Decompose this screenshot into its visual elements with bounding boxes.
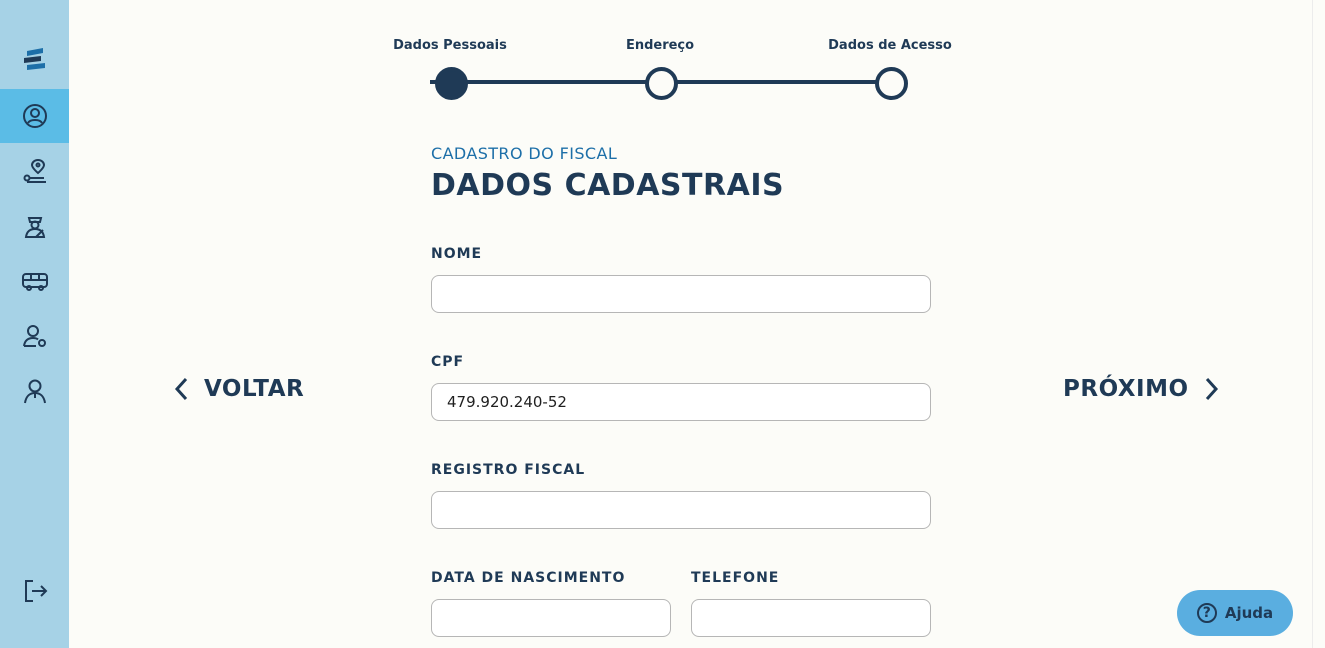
sidebar-item-routes[interactable] [0,144,69,198]
sidebar-item-users[interactable] [0,364,69,418]
step-indicator [645,67,678,100]
form-subtitle: CADASTRO DO FISCAL [431,144,618,163]
location-route-icon [23,158,46,183]
next-button-label: PRÓXIMO [1063,376,1189,402]
logout-button[interactable] [0,564,69,618]
person-icon [23,379,46,404]
registro-fiscal-label: REGISTRO FISCAL [431,462,586,478]
step-label: Endereço [625,38,695,53]
step-dados-de-acesso: Dados de Acesso [820,38,960,100]
data-nascimento-field[interactable] [431,599,671,637]
nome-field[interactable] [431,275,931,313]
step-indicator-current [435,67,468,100]
progress-stepper: Dados Pessoais Endereço Dados de Acesso [390,38,980,108]
step-indicator [875,67,908,100]
page-title: DADOS CADASTRAIS [431,168,785,203]
inspector-icon [24,217,45,238]
scrollbar[interactable] [1312,0,1325,648]
cpf-label: CPF [431,354,465,370]
chevron-right-icon [1205,377,1218,401]
app-logo[interactable] [0,32,69,86]
telefone-label: TELEFONE [691,570,780,586]
back-button[interactable]: VOLTAR [170,376,304,402]
sidebar-item-access[interactable] [0,309,69,363]
sidebar-item-profile[interactable] [0,89,69,143]
logout-icon [24,580,47,602]
app-logo-icon [23,48,45,70]
data-nascimento-label: DATA DE NASCIMENTO [431,570,626,586]
cpf-field[interactable] [431,383,931,421]
next-button[interactable]: PRÓXIMO [1063,376,1223,402]
registro-fiscal-field[interactable] [431,491,931,529]
step-label: Dados Pessoais [393,38,507,53]
sidebar [0,0,69,648]
sidebar-item-vehicles[interactable] [0,254,69,308]
user-key-icon [22,325,46,347]
question-icon: ? [1196,603,1217,623]
sidebar-item-inspectors[interactable] [0,199,69,253]
help-button-label: Ajuda [1224,604,1274,622]
bus-icon [21,273,48,291]
nome-label: NOME [431,246,483,262]
user-circle-icon [22,104,47,128]
chevron-left-icon [174,377,188,401]
telefone-field[interactable] [691,599,931,637]
step-label: Dados de Acesso [828,38,952,53]
step-dados-pessoais: Dados Pessoais [380,38,520,100]
help-button[interactable]: ? Ajuda [1177,590,1293,636]
back-button-label: VOLTAR [204,376,305,402]
step-endereco: Endereço [590,38,730,100]
